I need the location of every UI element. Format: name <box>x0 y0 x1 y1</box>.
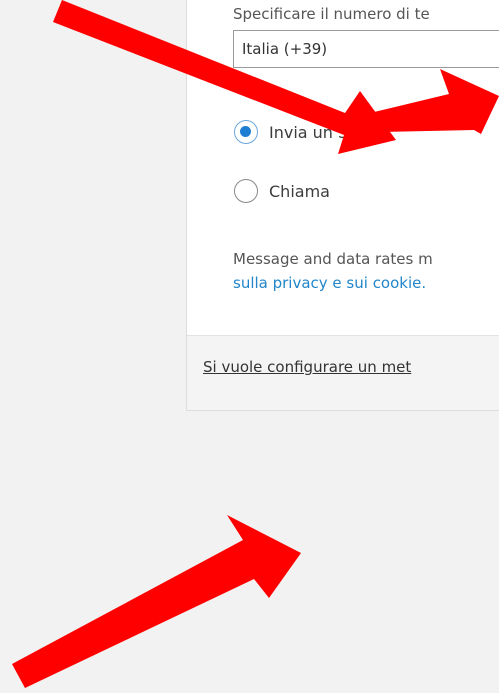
call-option-label: Chiama <box>269 181 330 201</box>
alternate-method-link[interactable]: Si vuole configurare un met <box>203 358 411 376</box>
sms-option-label: Invia un SMS <box>269 122 373 142</box>
privacy-cookie-link[interactable]: sulla privacy e sui cookie. <box>233 271 426 295</box>
arrow-icon <box>12 515 301 688</box>
option-send-sms[interactable]: Invia un SMS <box>234 118 372 146</box>
country-code-select[interactable]: Italia (+39) <box>233 30 499 68</box>
country-code-value: Italia (+39) <box>242 40 328 58</box>
sms-radio-button[interactable] <box>234 120 258 144</box>
phone-number-label: Specificare il numero di te <box>233 5 430 23</box>
screen: Specificare il numero di te Italia (+39)… <box>0 0 499 693</box>
rates-disclaimer: Message and data rates m <box>233 250 433 268</box>
call-radio-button[interactable] <box>234 179 258 203</box>
option-call[interactable]: Chiama <box>234 177 330 205</box>
